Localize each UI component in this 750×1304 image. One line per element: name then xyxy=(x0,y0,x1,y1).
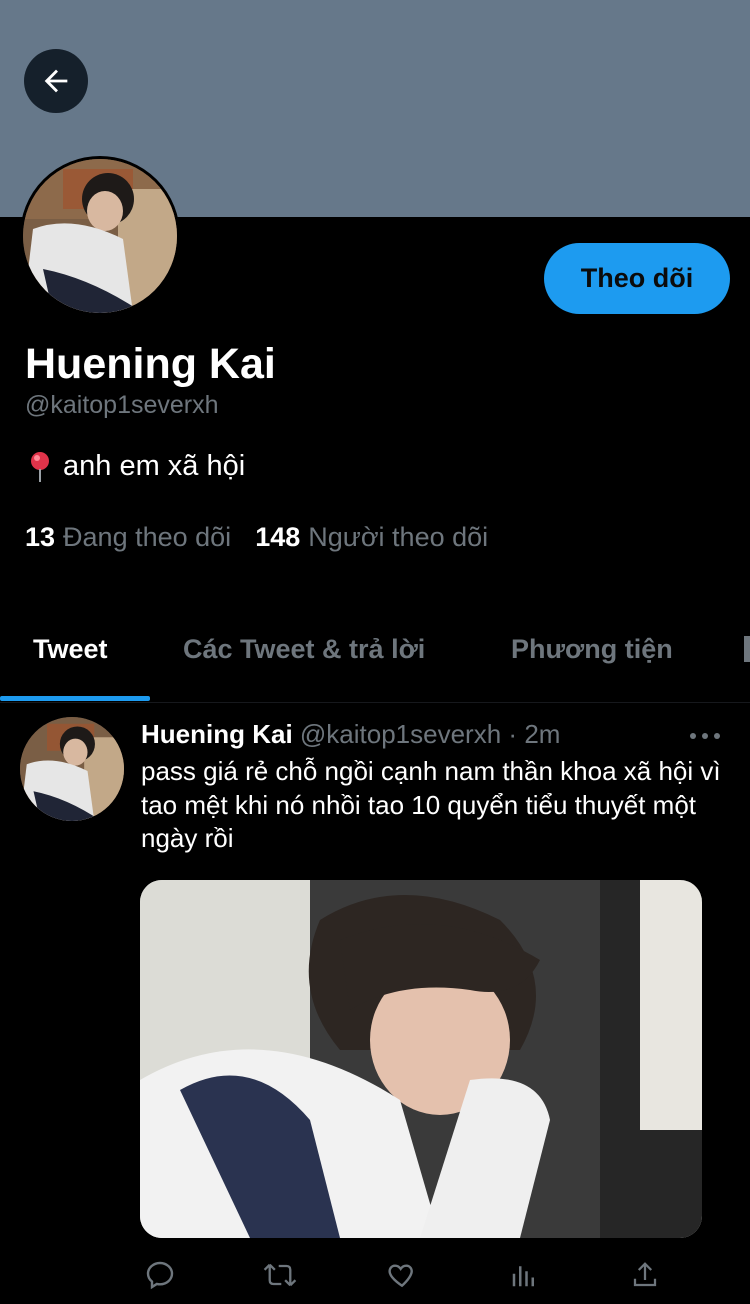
followers-count: 148 xyxy=(255,522,301,552)
tweet-photo xyxy=(140,880,702,1238)
tab-likes-partial[interactable] xyxy=(744,636,750,662)
tweet-author-handle[interactable]: @kaitop1severxh xyxy=(300,719,501,749)
retweet-icon xyxy=(263,1263,297,1287)
followers-label: Người theo dõi xyxy=(308,522,489,552)
tab-tweets[interactable]: Tweet xyxy=(33,634,108,665)
retweet-button[interactable] xyxy=(260,1255,300,1295)
profile-name: Huening Kai xyxy=(25,340,276,388)
tweet-time[interactable]: 2m xyxy=(524,719,560,749)
tab-media[interactable]: Phương tiện xyxy=(511,634,673,665)
tweet-header: Huening Kai @kaitop1severxh · 2m xyxy=(141,719,560,750)
like-icon xyxy=(388,1264,413,1288)
tweet-text: pass giá rẻ chỗ ngồi cạnh nam thần khoa … xyxy=(141,756,721,853)
tweet-author-name[interactable]: Huening Kai xyxy=(141,719,293,749)
following-count: 13 xyxy=(25,522,56,552)
share-icon xyxy=(633,1262,657,1287)
reply-icon xyxy=(146,1261,174,1290)
tweet-separator: · xyxy=(508,719,518,749)
following-label: Đang theo dõi xyxy=(63,522,232,552)
followers-stat[interactable]: 148 Người theo dõi xyxy=(255,522,488,553)
profile-stats: 13 Đang theo dõi 148 Người theo dõi xyxy=(25,522,488,553)
profile-handle: @kaitop1severxh xyxy=(25,391,219,419)
back-arrow-icon xyxy=(44,69,68,93)
location-pin-icon xyxy=(31,451,49,482)
tweet-media[interactable] xyxy=(140,880,702,1238)
profile-avatar[interactable] xyxy=(20,156,180,316)
tweet-avatar[interactable] xyxy=(20,717,124,821)
follow-button[interactable]: Theo dõi xyxy=(544,243,730,314)
tweet-avatar-photo xyxy=(20,717,124,821)
avatar-photo xyxy=(23,159,177,313)
reply-button[interactable] xyxy=(140,1255,180,1295)
profile-tabs: Tweet Các Tweet & trả lời Phương tiện xyxy=(0,612,750,702)
analytics-icon xyxy=(512,1266,534,1287)
profile-bio: anh em xã hội xyxy=(27,450,245,483)
tweet-actions xyxy=(140,1255,680,1295)
analytics-button[interactable] xyxy=(504,1255,544,1295)
back-button[interactable] xyxy=(24,49,88,113)
tweet[interactable]: Huening Kai @kaitop1severxh · 2m pass gi… xyxy=(0,702,750,1304)
bio-text: anh em xã hội xyxy=(63,450,246,482)
tab-tweets-replies[interactable]: Các Tweet & trả lời xyxy=(183,634,425,665)
like-button[interactable] xyxy=(382,1255,422,1295)
active-tab-indicator xyxy=(0,696,150,701)
share-button[interactable] xyxy=(625,1255,665,1295)
more-icon[interactable] xyxy=(690,727,730,745)
following-stat[interactable]: 13 Đang theo dõi xyxy=(25,522,231,553)
